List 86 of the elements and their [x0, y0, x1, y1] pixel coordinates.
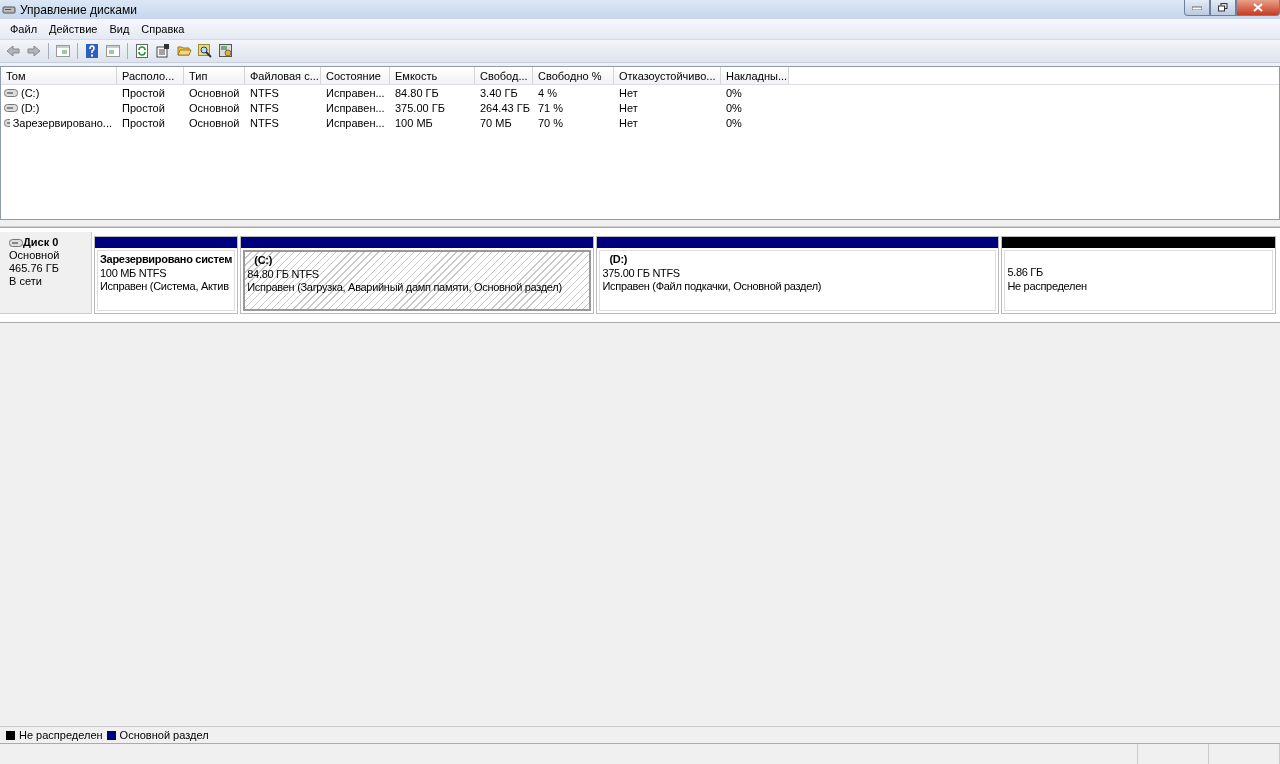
- action-pane-button[interactable]: [104, 42, 122, 60]
- disk-info-panel[interactable]: Диск 0 Основной 465.76 ГБ В сети: [0, 232, 92, 314]
- restore-icon: [1218, 3, 1228, 12]
- table-cell-text: NTFS: [249, 86, 280, 99]
- partition-size: 84.80 ГБ NTFS: [247, 267, 320, 281]
- table-cell-text: Основной: [188, 116, 241, 129]
- partition-status: Исправен (Система, Актив: [100, 280, 230, 294]
- partition-block[interactable]: Зарезервировано систем 100 МБ NTFS Исправен (Система, Актив: [97, 250, 236, 311]
- table-cell-text: Исправен...: [325, 116, 386, 129]
- help-button[interactable]: [83, 42, 101, 60]
- partition-size: 100 МБ NTFS: [100, 266, 168, 280]
- menu-item[interactable]: Справка: [135, 21, 191, 37]
- disk-type: Основной: [9, 249, 61, 262]
- close-button[interactable]: [1236, 0, 1280, 16]
- drive-icon: [4, 118, 10, 127]
- partition-block[interactable]: 5.86 ГБ Не распределен: [1004, 250, 1273, 311]
- table-cell-text: 375.00 ГБ: [394, 101, 446, 114]
- table-cell-text: 0%: [725, 116, 743, 129]
- table-cell-text: 70 МБ: [479, 116, 513, 129]
- table-cell-text: Основной: [188, 101, 241, 114]
- drive-icon: [9, 238, 23, 247]
- window-title: Управление дисками: [20, 2, 137, 17]
- menu-item[interactable]: Вид: [103, 21, 136, 37]
- back-button[interactable]: [4, 42, 22, 60]
- disk-name: Диск 0: [23, 236, 59, 249]
- column-header[interactable]: Файловая с...: [245, 67, 321, 84]
- table-cell-text: 70 %: [537, 116, 565, 129]
- column-header[interactable]: Отказоустойчиво...: [614, 67, 721, 84]
- column-header[interactable]: Свобод...: [475, 67, 533, 84]
- table-cell-text: 0%: [725, 86, 743, 99]
- drive-icon: [4, 88, 18, 97]
- volume-name[interactable]: (C:): [21, 86, 40, 99]
- partition-name: (C:): [253, 254, 273, 268]
- disk-status: В сети: [9, 275, 43, 288]
- restore-button[interactable]: [1210, 0, 1236, 16]
- table-cell-text: 3.40 ГБ: [479, 86, 519, 99]
- column-header[interactable]: Тип: [184, 67, 245, 84]
- table-cell-text: Исправен...: [325, 86, 386, 99]
- close-icon: [1253, 3, 1263, 12]
- menu-item[interactable]: Действие: [43, 21, 104, 37]
- table-cell-text: Нет: [618, 116, 639, 129]
- refresh-button[interactable]: [133, 42, 151, 60]
- minimize-icon: [1192, 5, 1202, 10]
- column-header[interactable]: Свободно %: [533, 67, 614, 84]
- table-cell-text: 4 %: [537, 86, 558, 99]
- table-cell-text: Простой: [121, 101, 166, 114]
- legend-label: Основной раздел: [119, 729, 209, 741]
- partition-name: (D:): [608, 253, 629, 267]
- disk-size: 465.76 ГБ: [9, 262, 60, 275]
- table-cell-text: Простой: [121, 86, 166, 99]
- table-cell-text: 84.80 ГБ: [394, 86, 440, 99]
- legend-label: Не распределен: [19, 729, 103, 741]
- table-cell-text: NTFS: [249, 101, 280, 114]
- console-tree-button[interactable]: [54, 42, 72, 60]
- table-cell-text: Основной: [188, 86, 241, 99]
- drive-icon: [4, 103, 18, 112]
- partition-size: 5.86 ГБ: [1007, 266, 1044, 280]
- column-header[interactable]: Состояние: [321, 67, 390, 84]
- forward-button[interactable]: [25, 42, 43, 60]
- table-cell-text: 0%: [725, 101, 743, 114]
- table-cell-text: 71 %: [537, 101, 565, 114]
- table-cell-text: 264.43 ГБ: [479, 101, 531, 114]
- column-header[interactable]: Емкость: [390, 67, 475, 84]
- volume-name[interactable]: (D:): [21, 101, 40, 114]
- table-cell-text: Нет: [618, 101, 639, 114]
- disk-app-icon: [2, 3, 16, 16]
- partition-status: Не распределен: [1007, 279, 1088, 293]
- partition-size: 375.00 ГБ NTFS: [602, 266, 681, 280]
- properties-button[interactable]: [154, 42, 172, 60]
- table-cell-text: NTFS: [249, 116, 280, 129]
- settings-button[interactable]: [217, 42, 235, 60]
- menu-item[interactable]: Файл: [4, 21, 44, 37]
- table-cell-text: Нет: [618, 86, 639, 99]
- partition-block[interactable]: (C:) 84.80 ГБ NTFS Исправен (Загрузка, Аварийный дамп памяти, Основной раздел): [243, 250, 592, 311]
- volume-name[interactable]: Зарезервировано...: [12, 116, 112, 129]
- partition-status: Исправен (Файл подкачки, Основной раздел): [602, 280, 823, 294]
- search-button[interactable]: [196, 42, 214, 60]
- partition-block[interactable]: (D:) 375.00 ГБ NTFS Исправен (Файл подкачки, Основной раздел): [599, 250, 997, 311]
- partition-name: Зарезервировано систем: [100, 253, 233, 267]
- table-cell-text: Исправен...: [325, 101, 386, 114]
- table-cell-text: 100 МБ: [394, 116, 434, 129]
- table-cell-text: Простой: [121, 116, 166, 129]
- column-header[interactable]: Располо...: [117, 67, 184, 84]
- column-header[interactable]: Том: [1, 67, 117, 84]
- partition-status: Исправен (Загрузка, Аварийный дамп памяти, Основной раздел): [247, 281, 563, 295]
- column-header[interactable]: Накладны...: [721, 67, 789, 84]
